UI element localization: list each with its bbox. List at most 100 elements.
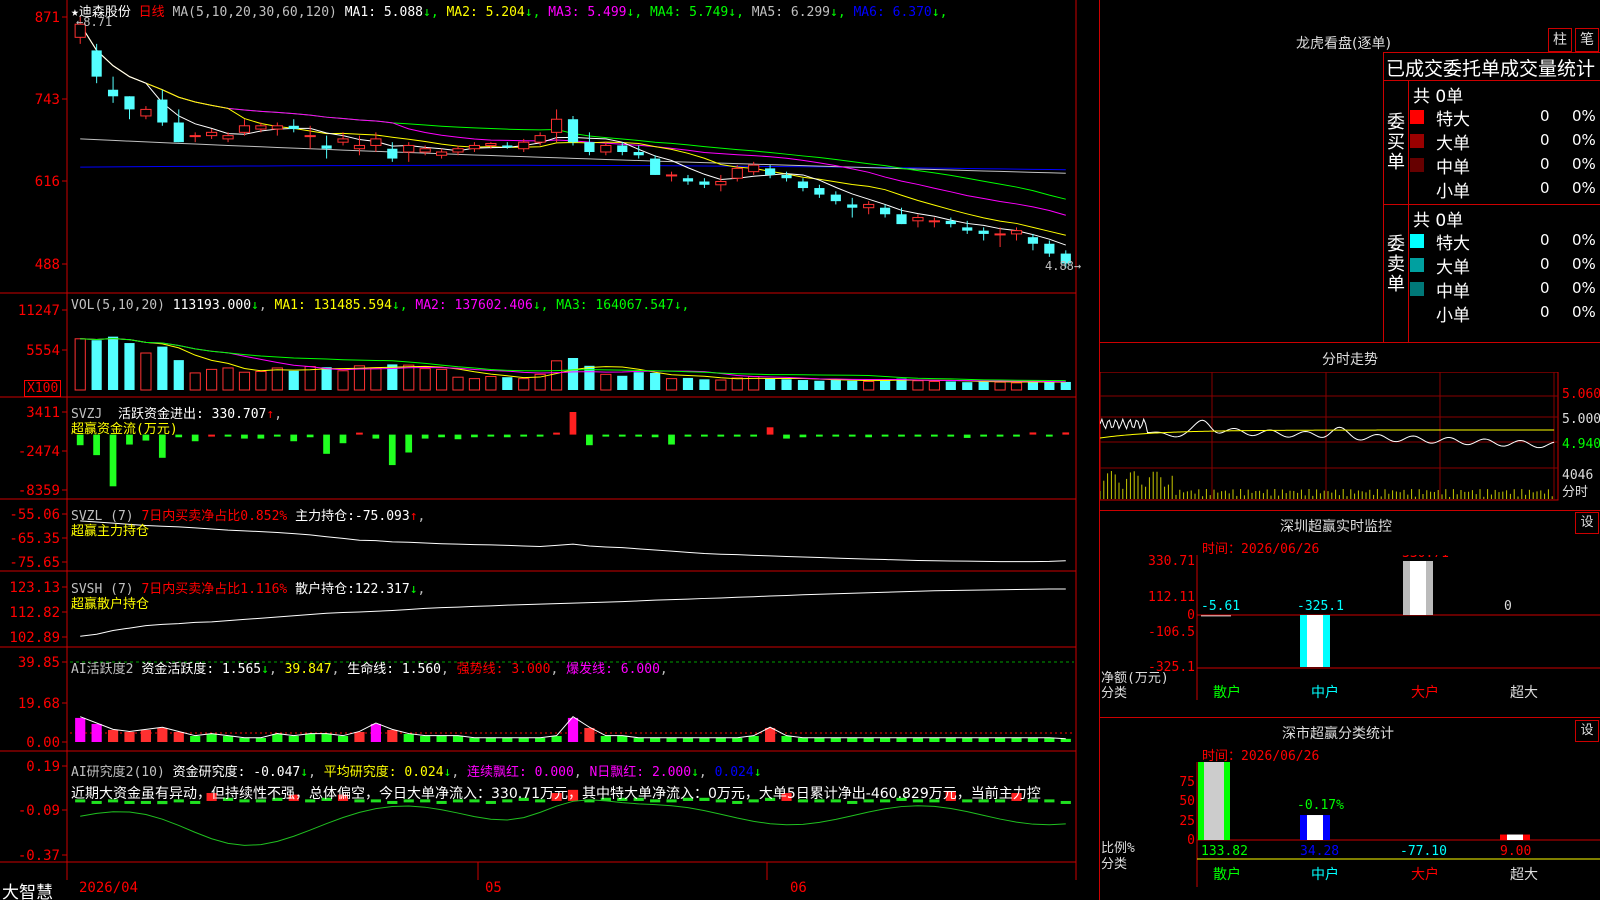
svzj-bar (1062, 432, 1070, 435)
vol-header: VOL(5,10,20) 113193.000↓, MA1: 131485.59… (71, 298, 690, 313)
svzj-bar (520, 434, 528, 437)
svzj-axis-tick-2: -8359 (18, 483, 60, 499)
ai-active-bar (600, 735, 611, 742)
svzj-bar (323, 434, 330, 454)
classify-bar-highlight (1307, 815, 1323, 840)
monitor-axis-tick-1: 112.11 (1148, 590, 1195, 605)
svzj-bar (273, 434, 281, 437)
candle (502, 145, 513, 148)
candle (928, 220, 940, 223)
ai-active-bar (830, 737, 841, 742)
ai-active-bar (682, 737, 694, 742)
candle (731, 167, 743, 179)
vol-bar (222, 367, 234, 391)
svzj-bar (898, 434, 905, 437)
ma-item-0: MA1: 5.088 (344, 5, 423, 20)
row-pct: 0% (1572, 231, 1596, 249)
row-count: 0 (1540, 107, 1550, 125)
candle (321, 145, 332, 149)
row-pct: 0% (1572, 155, 1596, 173)
vol-bar (699, 379, 710, 390)
ai-active-bar (469, 737, 480, 742)
buy-label: 委买单 (1387, 112, 1405, 173)
monitor-value-0: -5.61 (1201, 599, 1240, 614)
stroke-mode-button[interactable]: 笔 (1575, 28, 1599, 52)
vol-bar (91, 340, 102, 390)
row-pct: 0% (1572, 279, 1596, 297)
monitor-axis-tick-0: 330.71 (1148, 555, 1195, 569)
footer-logo[interactable]: 大智慧 (2, 878, 53, 900)
candle (863, 203, 875, 209)
vol-bar (435, 368, 448, 391)
vol-bar (370, 367, 382, 391)
main-chart-area[interactable]: 871 743 616 488 11247 5554 3411 -2474 -8359 -55.0… (0, 0, 1100, 900)
vol-bar (567, 357, 579, 390)
ai-active-bar (239, 737, 250, 742)
row-pct: 0% (1572, 179, 1596, 197)
row-pct: 0% (1572, 131, 1596, 149)
sell-total: 共 0单 (1413, 211, 1464, 231)
row-name: 小单 (1436, 182, 1470, 202)
candle (419, 148, 431, 153)
svzj-bar (421, 434, 429, 439)
intraday-chart[interactable]: 5.060 5.000 4.940 4046 分时 (1100, 372, 1600, 512)
candle (797, 181, 809, 189)
vol-axis-tick-0: 11247 (18, 303, 60, 319)
classify-settings-button[interactable]: 设 (1575, 720, 1599, 742)
ai-research-header: AI研究度2(10) 资金研究度: -0.047↓, 平均研究度: 0.024↓… (71, 765, 762, 780)
ma-item-3: MA4: 5.749 (642, 5, 729, 20)
candle (206, 131, 218, 137)
svzl-axis-tick-1: -65.35 (9, 531, 60, 547)
ai-active-bar (880, 737, 891, 742)
bar-mode-button[interactable]: 柱 (1548, 28, 1572, 52)
candle (288, 125, 299, 130)
svzj-bar (191, 434, 199, 442)
candle (994, 233, 1006, 236)
ai-active-bar (272, 733, 283, 742)
row-pct: 0% (1572, 303, 1596, 321)
candle (255, 125, 267, 130)
vol-unit[interactable]: X100 (24, 380, 62, 397)
order-row: 特大 0 0% (1410, 105, 1600, 130)
ai-active-bar (288, 735, 299, 742)
candle (617, 145, 628, 153)
monitor-settings-button[interactable]: 设 (1575, 512, 1599, 534)
ai-active-bar (962, 737, 973, 742)
candle (699, 181, 710, 185)
svzj-bar (668, 434, 675, 445)
svzj-bar (1045, 434, 1053, 437)
vol-bar (912, 380, 924, 391)
vol-bar (124, 343, 135, 390)
classify-bar-highlight (1507, 834, 1523, 840)
candle (682, 178, 694, 182)
ai-active-bar (321, 733, 332, 742)
svzj-bar (405, 434, 413, 453)
ai-active-bar (485, 737, 496, 742)
vol-bar (962, 382, 973, 390)
intraday-vol-value: 4046 (1562, 468, 1593, 483)
vol-bar (140, 352, 152, 391)
candle (880, 207, 891, 215)
vol-bar (452, 376, 464, 391)
candle (781, 174, 792, 179)
color-swatch (1410, 258, 1424, 272)
order-row: 特大 0 0% (1410, 229, 1600, 254)
ai-active-bar (814, 737, 825, 742)
candle (1010, 230, 1023, 235)
classify-chart: 75 50 25 0 比例%分类散户 中户 大户 超大 -0.17% 133.82 34.28 -77… (1101, 762, 1600, 887)
period-label[interactable]: 日线 (139, 5, 165, 20)
candle (633, 152, 644, 156)
ai-active-bar (91, 723, 102, 742)
vol-bar (1010, 382, 1023, 391)
row-name: 中单 (1436, 158, 1470, 178)
vol-bar (271, 367, 283, 391)
ai-active-bar (354, 731, 365, 742)
svzj-bar (651, 434, 659, 438)
classify-category-3: 超大 (1510, 867, 1538, 883)
vol-bar (1060, 381, 1071, 390)
vol-bar (797, 380, 809, 390)
ai-active-bar (140, 729, 152, 742)
color-swatch (1410, 282, 1424, 296)
ma-item-1: MA2: 137602.406 (407, 298, 533, 313)
row-count: 0 (1540, 231, 1550, 249)
